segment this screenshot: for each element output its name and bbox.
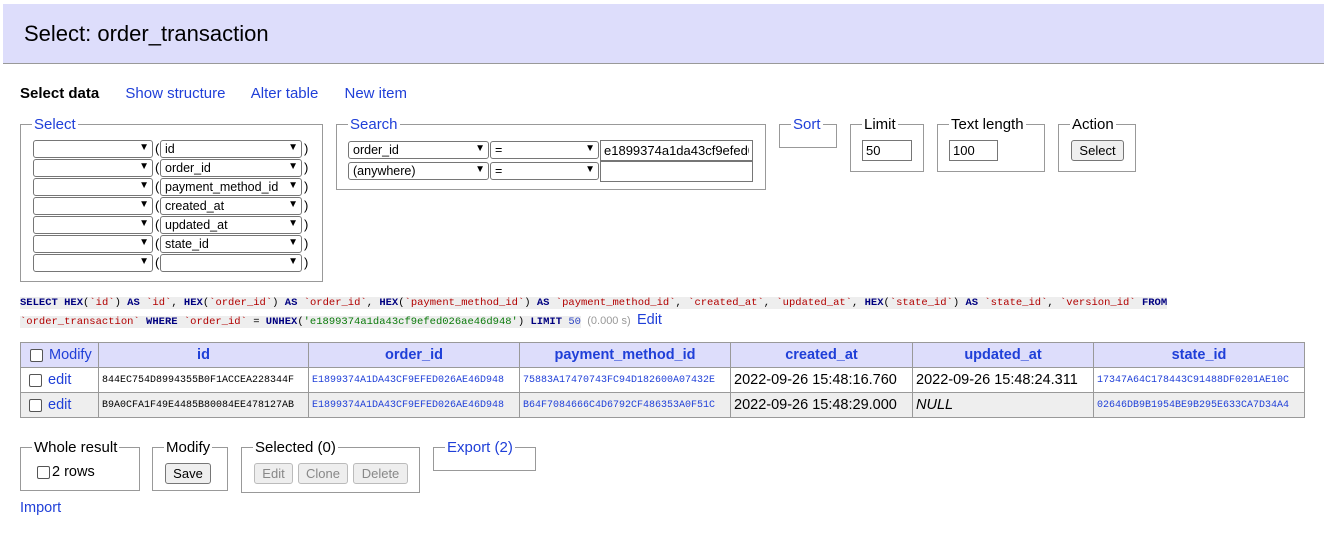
results-table: Modify id order_id payment_method_id cre…: [20, 342, 1305, 418]
cell-created-at: 2022-09-26 15:48:29.000: [730, 392, 913, 418]
select-column-dropdown[interactable]: order_id: [160, 159, 302, 177]
open-paren: (: [155, 179, 160, 194]
search-legend-link[interactable]: Search: [350, 116, 398, 133]
edit-selected-button[interactable]: Edit: [254, 463, 293, 484]
open-paren: (: [155, 198, 160, 213]
action-legend: Action: [1072, 116, 1114, 133]
tab-alter-table[interactable]: Alter table: [251, 85, 319, 102]
column-header-id[interactable]: id: [98, 342, 309, 368]
row-select-cell: edit: [20, 392, 99, 418]
open-paren: (: [155, 255, 160, 270]
close-paren: ): [304, 255, 309, 270]
cell-order-id[interactable]: E1899374A1DA43CF9EFED026AE46D948: [308, 392, 520, 418]
select-legend-link[interactable]: Select: [34, 116, 76, 133]
delete-selected-button[interactable]: Delete: [353, 463, 408, 484]
select-column-dropdown[interactable]: id: [160, 140, 302, 158]
cell-state-id[interactable]: 02646DB9B1954BE9B295E633CA7D34A4: [1093, 392, 1305, 418]
select-function-dropdown[interactable]: [33, 216, 153, 234]
whole-result-label: 2 rows: [52, 464, 95, 480]
open-paren: (: [155, 236, 160, 251]
search-column-select-2[interactable]: (anywhere): [348, 162, 489, 180]
column-header-created-at[interactable]: created_at: [730, 342, 913, 368]
row-select-cell: edit: [20, 367, 99, 393]
cell-payment-method-id[interactable]: B64F7084666C4D6792CF486353A0F51C: [519, 392, 731, 418]
search-value-input-2[interactable]: [600, 161, 753, 182]
close-paren: ): [304, 198, 309, 213]
select-column-dropdown[interactable]: updated_at: [160, 216, 302, 234]
select-function-dropdown[interactable]: [33, 197, 153, 215]
cell-state-id[interactable]: 17347A64C178443C91488DF0201AE10C: [1093, 367, 1305, 393]
export-legend-link[interactable]: Export (2): [447, 439, 513, 456]
select-function-dropdown[interactable]: [33, 159, 153, 177]
sort-fieldset: Sort: [779, 116, 837, 148]
whole-result-option: 2 rows: [37, 464, 95, 480]
cell-updated-at: NULL: [912, 392, 1094, 418]
search-operator-select-2[interactable]: =: [490, 162, 599, 180]
limit-legend: Limit: [864, 116, 896, 133]
tab-bar: Select data Show structure Alter table N…: [20, 85, 407, 102]
tab-show-structure[interactable]: Show structure: [125, 85, 225, 102]
search-column-select-1[interactable]: order_id: [348, 141, 489, 159]
modify-header-link[interactable]: Modify: [49, 347, 92, 363]
import-link[interactable]: Import: [20, 500, 61, 516]
select-column-dropdown[interactable]: state_id: [160, 235, 302, 253]
select-column-dropdown[interactable]: [160, 254, 302, 272]
clone-selected-button[interactable]: Clone: [298, 463, 348, 484]
select-column-dropdown[interactable]: payment_method_id: [160, 178, 302, 196]
open-paren: (: [155, 217, 160, 232]
modify-header: Modify: [20, 342, 99, 368]
close-paren: ): [304, 179, 309, 194]
column-header-state-id[interactable]: state_id: [1093, 342, 1305, 368]
sql-query: SELECT HEX(`id`) AS `id`, HEX(`order_id`…: [20, 297, 1168, 328]
cell-id: B9A0CFA1F49E4485B80084EE478127AB: [98, 392, 309, 418]
save-button[interactable]: Save: [165, 463, 211, 484]
row-edit-link[interactable]: edit: [48, 372, 71, 388]
text-length-legend: Text length: [951, 116, 1024, 133]
close-paren: ): [304, 160, 309, 175]
close-paren: ): [304, 236, 309, 251]
select-function-dropdown[interactable]: [33, 178, 153, 196]
select-function-dropdown[interactable]: [33, 140, 153, 158]
open-paren: (: [155, 160, 160, 175]
limit-input[interactable]: [862, 140, 912, 161]
column-header-order-id[interactable]: order_id: [308, 342, 520, 368]
tab-select-data[interactable]: Select data: [20, 85, 99, 102]
close-paren: ): [304, 141, 309, 156]
select-function-dropdown[interactable]: [33, 235, 153, 253]
select-all-checkbox[interactable]: [30, 348, 43, 362]
table-row: edit 844EC754D8994355B0F1ACCEA228344F E1…: [20, 367, 1305, 393]
row-edit-link[interactable]: edit: [48, 397, 71, 413]
select-button[interactable]: Select: [1071, 140, 1124, 161]
cell-payment-method-id[interactable]: 75883A17470743FC94D182600A07432E: [519, 367, 731, 393]
page-title: Select: order_transaction: [24, 21, 269, 46]
select-function-dropdown[interactable]: [33, 254, 153, 272]
cell-id: 844EC754D8994355B0F1ACCEA228344F: [98, 367, 309, 393]
select-column-dropdown[interactable]: created_at: [160, 197, 302, 215]
selected-legend: Selected (0): [255, 439, 336, 456]
table-header-row: Modify id order_id payment_method_id cre…: [20, 342, 1305, 368]
tab-new-item[interactable]: New item: [345, 85, 408, 102]
export-fieldset: Export (2): [433, 439, 536, 471]
cell-updated-at: 2022-09-26 15:48:24.311: [912, 367, 1094, 393]
whole-result-legend: Whole result: [34, 439, 118, 456]
modify-legend: Modify: [166, 439, 211, 456]
close-paren: ): [304, 217, 309, 232]
search-value-input-1[interactable]: [600, 140, 753, 161]
query-time: (0.000 s): [587, 315, 631, 327]
row-checkbox[interactable]: [29, 373, 42, 387]
column-header-updated-at[interactable]: updated_at: [912, 342, 1094, 368]
column-header-payment-method-id[interactable]: payment_method_id: [519, 342, 731, 368]
cell-created-at: 2022-09-26 15:48:16.760: [730, 367, 913, 393]
search-operator-select-1[interactable]: =: [490, 141, 599, 159]
sort-legend-link[interactable]: Sort: [793, 116, 821, 133]
page-header: Select: order_transaction: [3, 4, 1324, 64]
row-checkbox[interactable]: [29, 398, 42, 412]
table-row: edit B9A0CFA1F49E4485B80084EE478127AB E1…: [20, 392, 1305, 418]
sql-edit-link[interactable]: Edit: [637, 312, 662, 328]
whole-result-checkbox[interactable]: [37, 465, 50, 479]
text-length-input[interactable]: [949, 140, 998, 161]
cell-order-id[interactable]: E1899374A1DA43CF9EFED026AE46D948: [308, 367, 520, 393]
open-paren: (: [155, 141, 160, 156]
